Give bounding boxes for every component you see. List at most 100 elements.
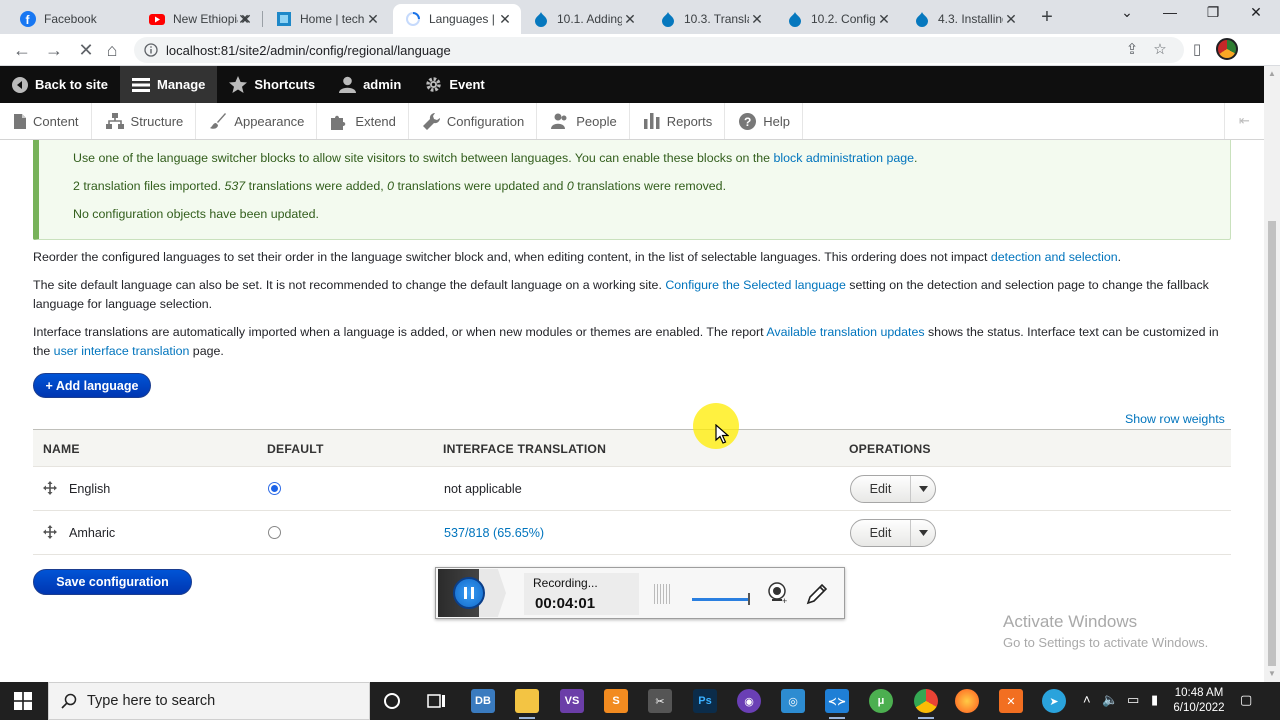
recording-label: Recording... bbox=[533, 576, 598, 590]
operations-dropbutton: Edit bbox=[850, 475, 936, 503]
close-tab-icon[interactable]: ✕ bbox=[622, 11, 638, 27]
chevron-down-icon[interactable] bbox=[911, 476, 935, 502]
drag-grip-icon[interactable] bbox=[654, 584, 670, 604]
browser-tab-adding[interactable]: 10.1. Adding ✕ bbox=[521, 4, 646, 34]
drag-handle-icon[interactable] bbox=[43, 481, 57, 495]
minimize-icon[interactable]: — bbox=[1160, 4, 1180, 26]
sublime-text-icon[interactable]: S bbox=[604, 689, 628, 713]
share-icon[interactable]: ⇪ bbox=[1120, 38, 1144, 62]
browser-tab-installing[interactable]: 4.3. Installing ✕ bbox=[902, 4, 1027, 34]
scroll-up-icon[interactable]: ▲ bbox=[1264, 66, 1280, 82]
language-name: English bbox=[69, 482, 111, 496]
browser-tab-youtube[interactable]: New Ethiopia ✕ bbox=[137, 4, 262, 34]
close-tab-icon[interactable]: ✕ bbox=[1003, 11, 1019, 27]
close-tab-icon[interactable]: ✕ bbox=[365, 11, 381, 27]
pen-icon[interactable] bbox=[805, 582, 829, 606]
firefox-icon[interactable] bbox=[955, 689, 979, 713]
add-language-button[interactable]: + Add language bbox=[33, 373, 151, 398]
tray-item-structure[interactable]: Structure bbox=[92, 103, 197, 139]
available-translation-updates-link[interactable]: Available translation updates bbox=[766, 325, 924, 339]
info-icon[interactable] bbox=[144, 43, 158, 57]
visual-studio-icon[interactable]: VS bbox=[560, 689, 584, 713]
home-icon[interactable]: ⌂ bbox=[100, 38, 124, 62]
xampp-icon[interactable]: ✕ bbox=[999, 689, 1023, 713]
webcam-icon[interactable]: + bbox=[767, 582, 789, 604]
new-tab-button[interactable]: + bbox=[1036, 7, 1058, 29]
taskbar-search-box[interactable]: Type here to search bbox=[48, 682, 370, 720]
speaker-icon[interactable]: 🔈 bbox=[1102, 692, 1118, 708]
vscode-icon[interactable]: ≺≻ bbox=[825, 689, 849, 719]
column-default: DEFAULT bbox=[267, 442, 324, 456]
screen-recorder-app-icon[interactable]: ◎ bbox=[781, 689, 805, 713]
tray-overflow-icon[interactable]: ˄ bbox=[1083, 692, 1091, 707]
tab-search-icon[interactable]: ⌄ bbox=[1117, 4, 1137, 26]
photoshop-icon[interactable]: Ps bbox=[693, 689, 717, 713]
mysql-workbench-icon[interactable]: DB bbox=[471, 689, 495, 713]
show-row-weights-link[interactable]: Show row weights bbox=[1125, 412, 1225, 426]
chevron-down-icon[interactable] bbox=[911, 520, 935, 546]
cortana-icon[interactable] bbox=[380, 689, 404, 713]
back-to-site-link[interactable]: Back to site bbox=[0, 66, 120, 103]
detection-selection-link[interactable]: detection and selection bbox=[991, 250, 1118, 264]
manage-tab[interactable]: Manage bbox=[119, 66, 218, 103]
user-interface-translation-link[interactable]: user interface translation bbox=[54, 344, 190, 358]
back-arrow-icon[interactable]: ← bbox=[10, 38, 34, 62]
mouse-cursor-icon bbox=[715, 424, 729, 444]
browser-tab-languages[interactable]: Languages | n ✕ bbox=[393, 4, 521, 34]
bookmark-star-icon[interactable]: ☆ bbox=[1148, 38, 1172, 62]
drag-handle-icon[interactable] bbox=[43, 525, 57, 539]
tray-item-extend[interactable]: Extend bbox=[317, 103, 409, 139]
save-configuration-button[interactable]: Save configuration bbox=[33, 569, 192, 595]
telegram-icon[interactable]: ➤ bbox=[1042, 689, 1066, 713]
tray-item-appearance[interactable]: Appearance bbox=[196, 103, 318, 139]
close-tab-icon[interactable]: ✕ bbox=[238, 11, 254, 27]
block-administration-link[interactable]: block administration page bbox=[774, 151, 915, 165]
github-desktop-icon[interactable]: ◉ bbox=[737, 689, 761, 713]
volume-slider[interactable] bbox=[692, 593, 750, 605]
tray-item-help[interactable]: ? Help bbox=[725, 103, 803, 139]
utorrent-icon[interactable]: μ bbox=[869, 689, 893, 713]
edit-button[interactable]: Edit bbox=[851, 476, 911, 502]
browser-tab-configu[interactable]: 10.2. Configu ✕ bbox=[775, 4, 900, 34]
page-scrollbar[interactable]: ▲ ▼ bbox=[1264, 66, 1280, 682]
user-tab[interactable]: admin bbox=[327, 66, 413, 103]
taskbar-clock[interactable]: 10:48 AM 6/10/2022 bbox=[1170, 686, 1228, 716]
close-tab-icon[interactable]: ✕ bbox=[497, 11, 513, 27]
network-icon[interactable]: ▭ bbox=[1127, 692, 1139, 708]
side-panel-icon[interactable]: ▯ bbox=[1185, 38, 1209, 62]
browser-tab-home[interactable]: Home | techn ✕ bbox=[264, 4, 389, 34]
tray-item-configuration[interactable]: Configuration bbox=[409, 103, 538, 139]
scroll-down-icon[interactable]: ▼ bbox=[1264, 666, 1280, 682]
table-row: Amharic 537/818 (65.65%) Edit bbox=[33, 511, 1231, 555]
profile-avatar[interactable] bbox=[1216, 38, 1238, 60]
restore-icon[interactable]: ❐ bbox=[1203, 4, 1223, 26]
notifications-icon[interactable]: ▢ bbox=[1240, 692, 1252, 708]
default-radio[interactable] bbox=[268, 526, 281, 539]
pause-recording-button[interactable] bbox=[453, 577, 485, 609]
status-line-imported: 2 translation files imported. 537 transl… bbox=[73, 179, 727, 193]
stop-loading-icon[interactable]: ✕ bbox=[74, 38, 98, 62]
battery-icon[interactable]: ▮ bbox=[1151, 692, 1158, 708]
tray-item-people[interactable]: People bbox=[537, 103, 630, 139]
event-tab[interactable]: Event bbox=[413, 66, 496, 103]
default-radio[interactable] bbox=[268, 482, 281, 495]
scrollbar-thumb[interactable] bbox=[1268, 221, 1276, 666]
windows-start-icon[interactable] bbox=[14, 692, 32, 710]
browser-tab-translat[interactable]: 10.3. Translat ✕ bbox=[648, 4, 773, 34]
configure-selected-language-link[interactable]: Configure the Selected language bbox=[665, 278, 846, 292]
task-view-icon[interactable] bbox=[425, 689, 449, 713]
translation-status-link[interactable]: 537/818 (65.65%) bbox=[444, 526, 544, 540]
edit-button[interactable]: Edit bbox=[851, 520, 911, 546]
file-explorer-icon[interactable] bbox=[515, 689, 539, 719]
snipping-tool-icon[interactable]: ✂ bbox=[648, 689, 672, 713]
close-tab-icon[interactable]: ✕ bbox=[876, 11, 892, 27]
chrome-icon[interactable] bbox=[914, 689, 938, 719]
close-tab-icon[interactable]: ✕ bbox=[749, 11, 765, 27]
tray-item-content[interactable]: Content bbox=[0, 103, 92, 139]
close-window-icon[interactable]: ✕ bbox=[1246, 4, 1266, 26]
shortcuts-tab[interactable]: Shortcuts bbox=[217, 66, 327, 103]
forward-arrow-icon[interactable]: → bbox=[42, 38, 66, 62]
collapse-tray-icon[interactable]: ⇤ bbox=[1224, 103, 1264, 139]
address-bar[interactable]: localhost:81/site2/admin/config/regional… bbox=[134, 37, 1184, 63]
tray-item-reports[interactable]: Reports bbox=[630, 103, 726, 139]
